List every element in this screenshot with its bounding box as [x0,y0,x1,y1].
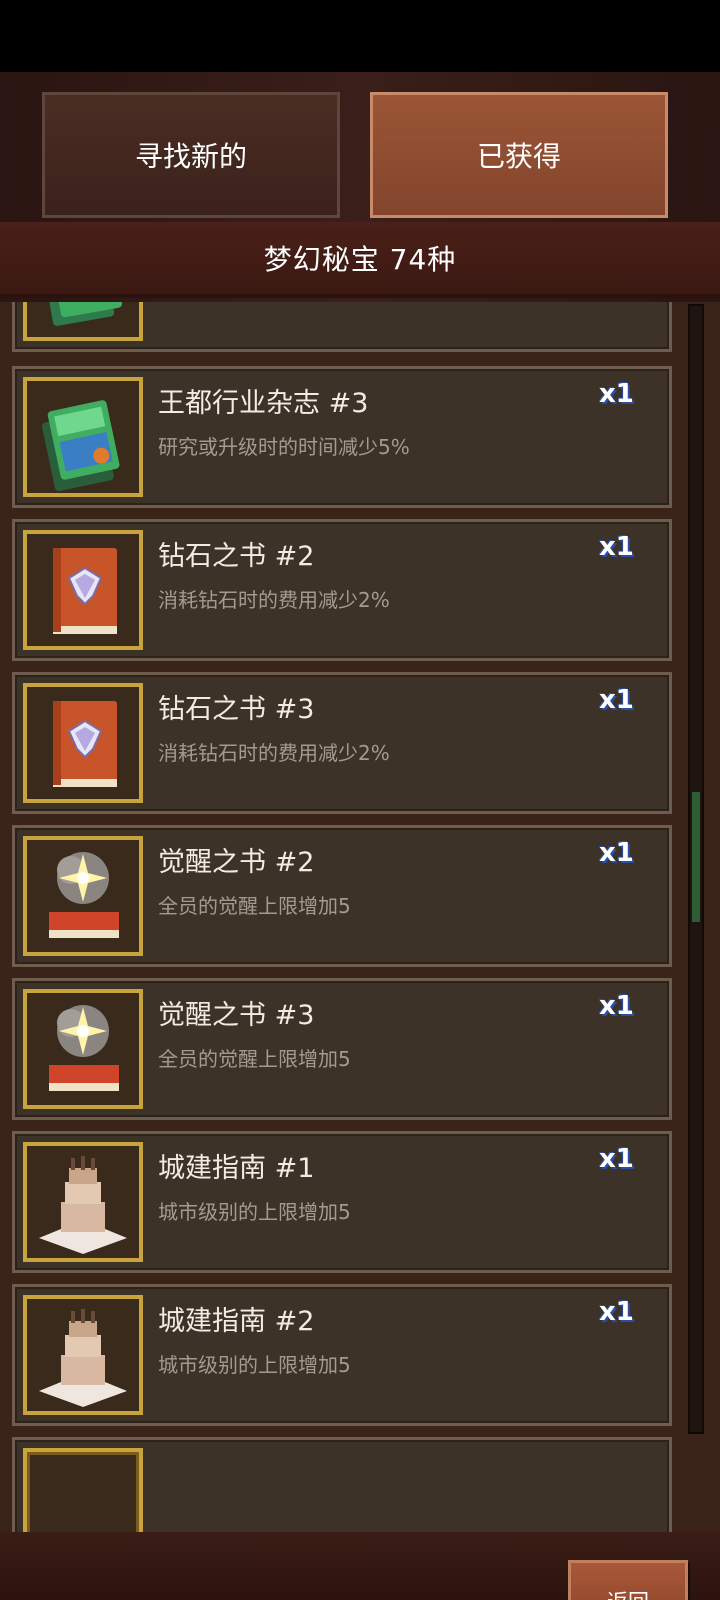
quantity-badge: x1 [599,991,634,1021]
quantity-badge: x1 [599,1144,634,1174]
item-title: 觉醒之书 #3 [158,1000,315,1031]
item-description: 城市级别的上限增加5 [158,1353,351,1377]
awakening-book-icon [23,836,143,956]
quantity-badge: x1 [599,379,634,409]
list-item[interactable]: 王都行业杂志 #3 研究或升级时的时间减少5% x1 [12,366,672,508]
scrollbar[interactable] [688,304,704,1434]
item-title: 城建指南 #2 [158,1306,315,1337]
item-title: 觉醒之书 #2 [158,847,315,878]
tab-find-new[interactable]: 寻找新的 [42,92,340,218]
item-description: 全员的觉醒上限增加5 [158,1047,351,1071]
list-item[interactable]: 钻石之书 #3 消耗钻石时的费用减少2% x1 [12,672,672,814]
quantity-badge: x1 [599,838,634,868]
city-guide-icon [23,1448,143,1532]
item-description: 全员的觉醒上限增加5 [158,894,351,918]
quantity-badge: x1 [599,532,634,562]
list-item[interactable]: 钻石之书 #2 消耗钻石时的费用减少2% x1 [12,519,672,661]
item-title: 钻石之书 #2 [158,541,315,572]
treasure-list[interactable]: 王都行业杂志 #3 研究或升级时的时间减少5% x1 钻石之书 #2 消耗钻石时… [0,302,720,1532]
item-description: 城市级别的上限增加5 [158,1200,351,1224]
magazine-icon [23,377,143,497]
back-button[interactable]: 返回 [568,1560,688,1600]
magazine-icon [23,302,143,341]
treasure-screen: 寻找新的 已获得 梦幻秘宝 74种 王都行业杂志 #3 研究或升级时的时间减少5… [0,72,720,1600]
item-title: 钻石之书 #3 [158,694,315,725]
awakening-book-icon [23,989,143,1109]
tab-owned[interactable]: 已获得 [370,92,668,218]
list-item-partial-bottom[interactable] [12,1437,672,1532]
city-guide-icon [23,1142,143,1262]
item-title: 城建指南 #1 [158,1153,315,1184]
item-description: 消耗钻石时的费用减少2% [158,588,390,612]
list-item-partial-top[interactable] [12,302,672,352]
diamond-book-icon [23,530,143,650]
quantity-badge: x1 [599,1297,634,1327]
list-item[interactable]: 城建指南 #1 城市级别的上限增加5 x1 [12,1131,672,1273]
bottom-bar: 返回 [0,1532,720,1600]
diamond-book-icon [23,683,143,803]
collection-header: 梦幻秘宝 74种 [0,222,720,298]
list-item[interactable]: 城建指南 #2 城市级别的上限增加5 x1 [12,1284,672,1426]
quantity-badge: x1 [599,685,634,715]
list-item[interactable]: 觉醒之书 #3 全员的觉醒上限增加5 x1 [12,978,672,1120]
city-guide-icon [23,1295,143,1415]
scrollbar-thumb[interactable] [692,792,700,922]
list-item[interactable]: 觉醒之书 #2 全员的觉醒上限增加5 x1 [12,825,672,967]
tab-bar: 寻找新的 已获得 [0,72,720,220]
item-description: 研究或升级时的时间减少5% [158,435,410,459]
item-title: 王都行业杂志 #3 [158,388,369,419]
item-description: 消耗钻石时的费用减少2% [158,741,390,765]
status-bar [0,0,720,72]
